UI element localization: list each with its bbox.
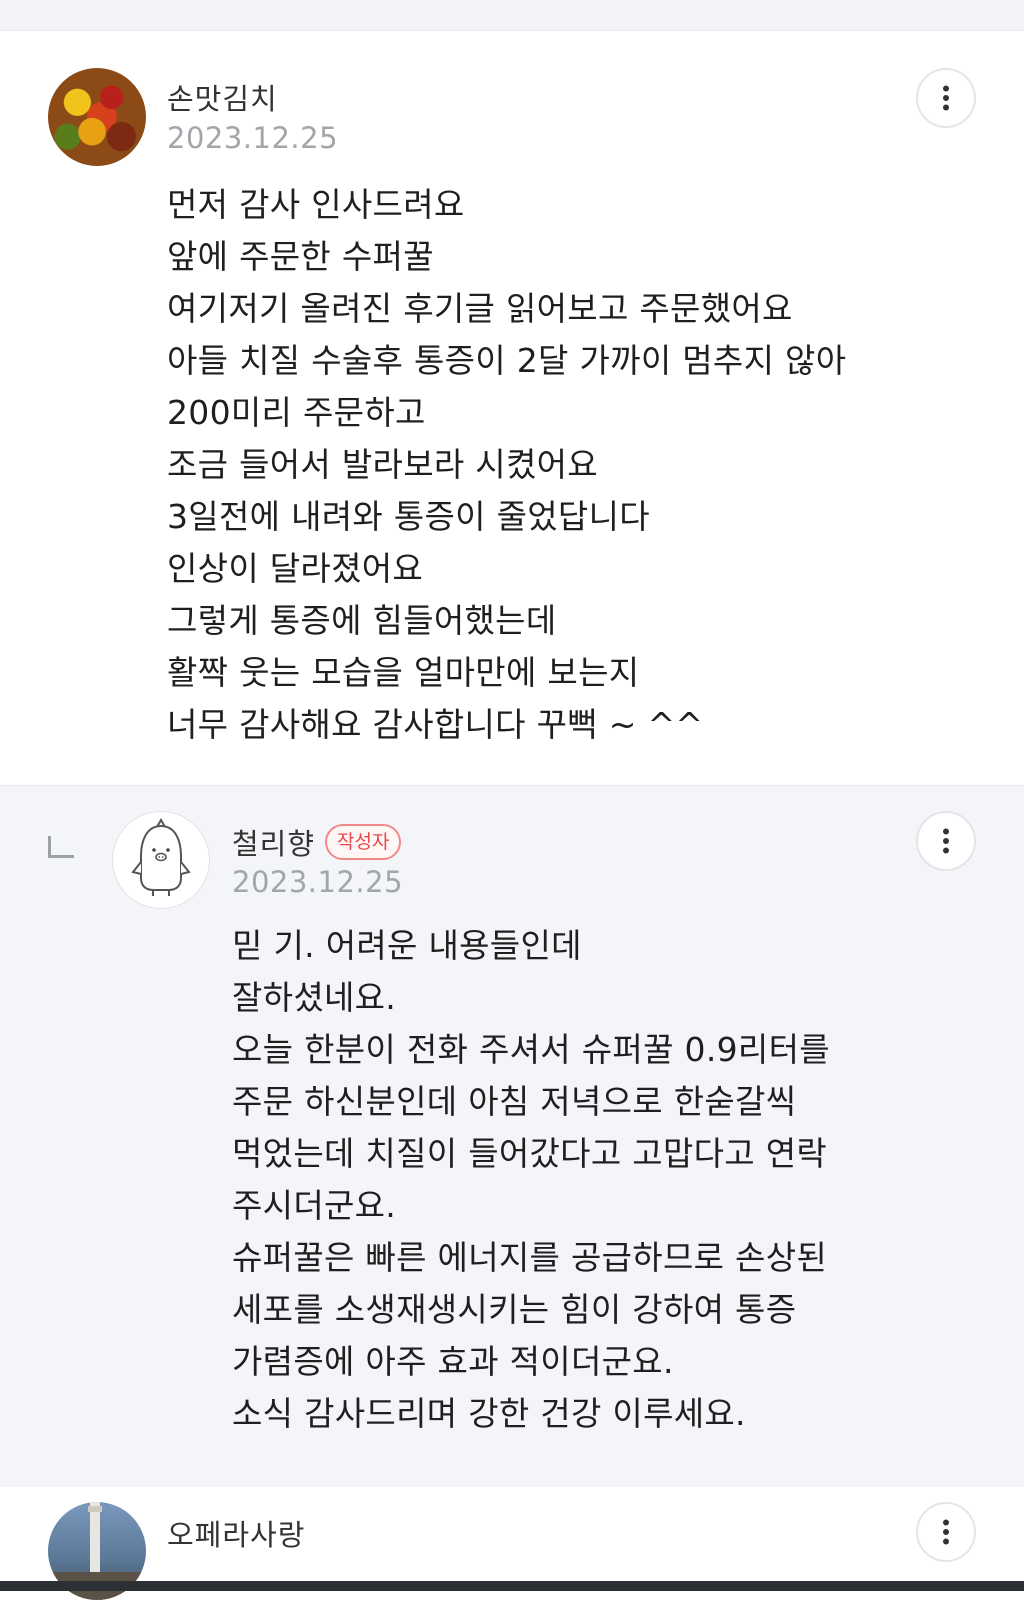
reply-arrow-icon: [48, 836, 74, 858]
comment-item: 오페라사랑: [0, 1487, 1024, 1600]
comment-date: 2023.12.25: [167, 121, 339, 155]
comment-date: 2023.12.25: [232, 865, 404, 899]
reply-comment-item: 철리향 작성자 2023.12.25 믿 기. 어려운 내용들인데 잘하셨네요.…: [0, 785, 1024, 1488]
comment-author-name[interactable]: 손맛김치: [167, 76, 278, 118]
author-badge: 작성자: [325, 824, 402, 860]
user-avatar[interactable]: [112, 811, 210, 909]
comment-author-name[interactable]: 오페라사랑: [167, 1512, 305, 1554]
more-vertical-icon: [943, 1519, 949, 1545]
user-avatar[interactable]: [48, 68, 146, 166]
comment-item: 손맛김치 2023.12.25 먼저 감사 인사드려요 앞에 주문한 수퍼꿀 여…: [0, 31, 1024, 785]
comment-author-name[interactable]: 철리향: [232, 821, 315, 863]
more-options-button[interactable]: [916, 1502, 976, 1562]
more-vertical-icon: [943, 85, 949, 111]
more-options-button[interactable]: [916, 68, 976, 128]
bottom-edge-bar: [0, 1581, 1024, 1591]
more-options-button[interactable]: [916, 811, 976, 871]
more-vertical-icon: [943, 828, 949, 854]
top-divider-strip: [0, 0, 1024, 31]
comment-body: 믿 기. 어려운 내용들인데 잘하셨네요. 오늘 한분이 전화 주셔서 슈퍼꿀 …: [232, 926, 830, 1433]
comment-body: 먼저 감사 인사드려요 앞에 주문한 수퍼꿀 여기저기 올려진 후기글 읽어보고…: [167, 185, 847, 744]
default-penguin-avatar-icon: [131, 817, 191, 896]
